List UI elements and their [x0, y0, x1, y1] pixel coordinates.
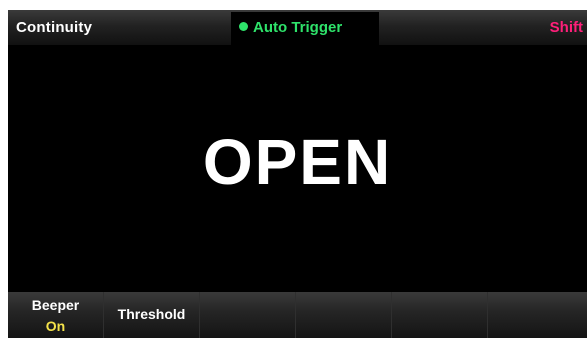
- softkey-label: Threshold: [117, 306, 186, 322]
- instrument-screen: Continuity Auto Trigger Shift OPEN Beepe…: [8, 10, 587, 338]
- measurement-mode-title: Continuity: [16, 19, 93, 36]
- status-bar: Continuity Auto Trigger Shift: [8, 10, 587, 45]
- softkey-label: Beeper: [31, 297, 80, 313]
- trigger-status: Auto Trigger: [231, 12, 379, 45]
- softkey-beeper[interactable]: Beeper On: [8, 292, 104, 338]
- softkey-6[interactable]: [488, 292, 587, 338]
- softkey-4[interactable]: [296, 292, 392, 338]
- softkey-bar: Beeper On Threshold: [8, 292, 587, 338]
- softkey-3[interactable]: [200, 292, 296, 338]
- softkey-value: On: [45, 318, 66, 334]
- trigger-indicator-icon: [239, 22, 248, 31]
- shift-indicator: Shift: [549, 19, 583, 36]
- softkey-threshold[interactable]: Threshold: [104, 292, 200, 338]
- softkey-5[interactable]: [392, 292, 488, 338]
- trigger-mode-label: Auto Trigger: [253, 19, 343, 36]
- measurement-reading: OPEN: [202, 126, 393, 198]
- main-reading-area: OPEN: [8, 45, 587, 292]
